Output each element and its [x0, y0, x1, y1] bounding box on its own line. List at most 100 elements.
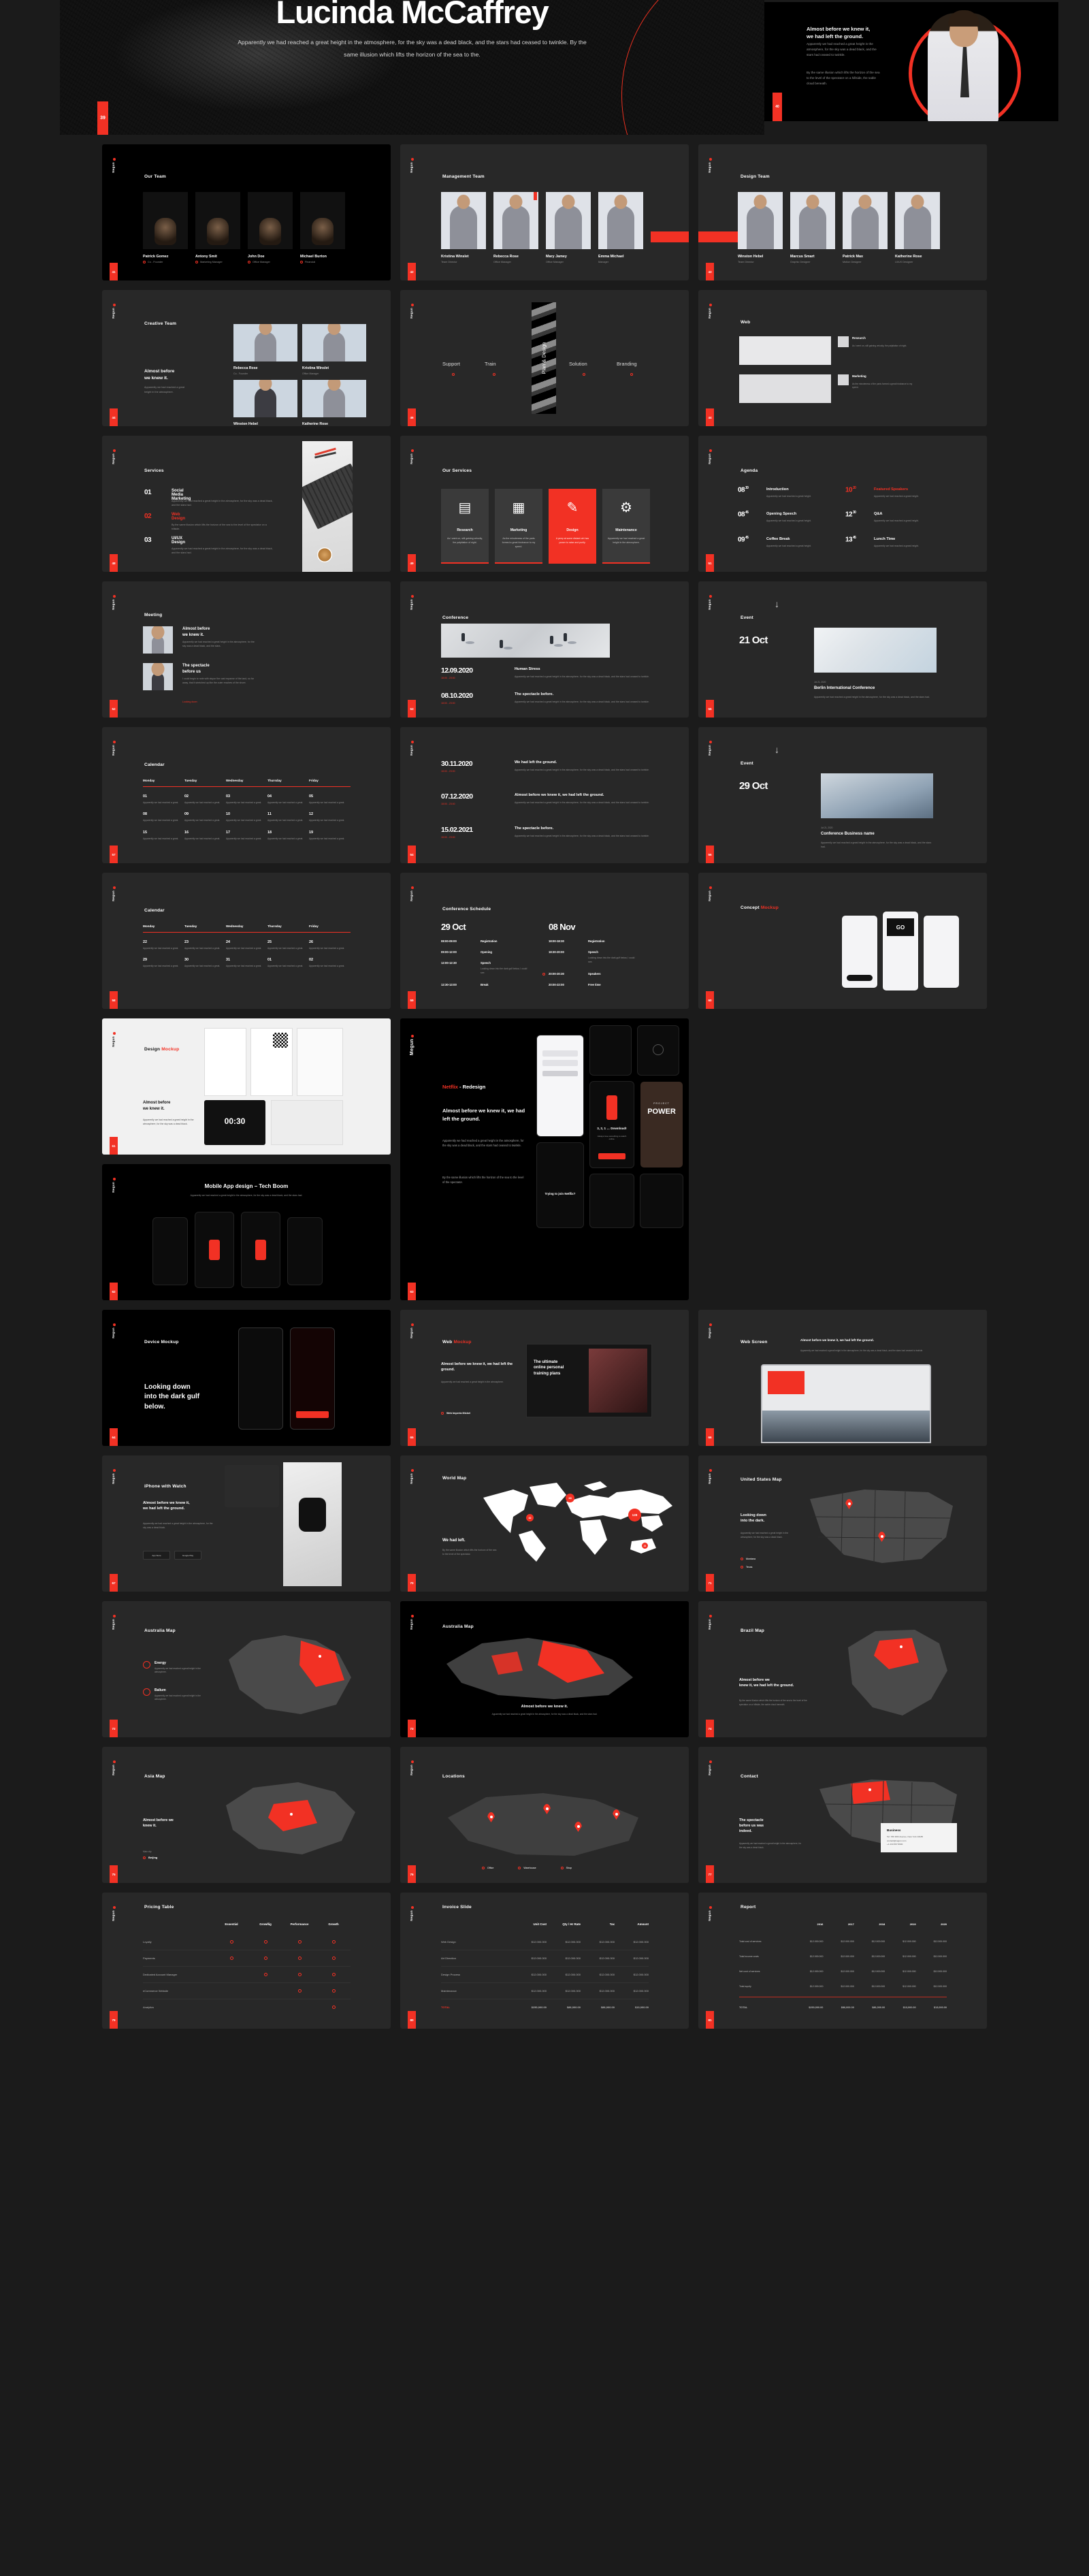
service-name: UI/UX Design	[172, 536, 186, 545]
team-member[interactable]: Katherine Rose UI/UX Designer	[895, 192, 940, 263]
service-card[interactable]: ▦ Marketing As the minuteness of the parts…	[495, 489, 542, 564]
schedule-item[interactable]: 18:00-18:30 Registration	[549, 939, 636, 943]
slide-brazil-map[interactable]: Negun Brazil Map Almost before we knew i…	[698, 1601, 987, 1737]
team-member[interactable]: Emma Michael Manager	[598, 192, 643, 263]
team-member[interactable]: Antony Smit Marketing Manager	[195, 192, 240, 263]
legend-item[interactable]: Warehouse	[518, 1867, 536, 1869]
slide-invoice[interactable]: Negun Invoice Slide Unit Cost Qty / Hr R…	[400, 1893, 689, 2029]
slide-australia-map[interactable]: Negun Australia Map Energy Apparently we…	[102, 1601, 391, 1737]
process-step-label[interactable]: Branding	[617, 361, 637, 367]
slide-mobile-app[interactable]: Negun Mobile App design – Tech Boom Appa…	[102, 1164, 391, 1300]
slide-gallery: Lucinda McCaffrey Apparently we had reac…	[0, 0, 1089, 2038]
conference-entry[interactable]: 08.10.2020 18:00 - 23:00 The spectacle b…	[441, 692, 649, 705]
slide-design-mockup[interactable]: Negun Design Mockup 00:30 Almost before …	[102, 1018, 391, 1155]
legend-item[interactable]: Office	[482, 1867, 493, 1869]
slide-event-29oct[interactable]: Negun ↓ Event 29 Oct Jul 21, 2020 Confer…	[698, 727, 987, 863]
date-entry[interactable]: 30.11.2020 18:00 - 23:00 We had left the…	[441, 760, 649, 773]
map-bubble[interactable]: 128	[628, 1509, 641, 1522]
slide-contact-map[interactable]: Negun Contact The spectacle before us wa…	[698, 1747, 987, 1883]
schedule-item-marked[interactable]: 20:00-20:30 Speakers	[542, 972, 636, 976]
team-member[interactable]: Katherine RoseFinancial	[302, 380, 366, 426]
team-member[interactable]: Patrick Max Motion Designer	[843, 192, 888, 263]
slide-services-list[interactable]: Negun Services 01 Social Media Marketing…	[102, 436, 391, 572]
logo-dot-icon	[709, 158, 712, 161]
slide-conference[interactable]: Negun Conference 12.09.2020 18:00 - 23:0…	[400, 581, 689, 718]
slide-process[interactable]: Negun Plan & Design Support Train Soluti…	[400, 290, 689, 426]
map-bubble[interactable]: 42	[526, 1514, 534, 1522]
map-legend-item[interactable]: Montana	[741, 1558, 755, 1560]
slide-dates-list[interactable]: Negun 30.11.2020 18:00 - 23:00 We had le…	[400, 727, 689, 863]
slide-design-team[interactable]: Negun Design Team → Winston HebelTeam Di…	[698, 144, 987, 280]
map-item[interactable]: Balium Apparently we had reached a great…	[143, 1688, 209, 1702]
slide-netflix-redesign[interactable]: Megun Netflix - Redesign Almost before w…	[400, 1018, 689, 1300]
process-step-label[interactable]: Support	[442, 361, 460, 367]
team-member[interactable]: Rebecca Rose Co - Founder	[233, 324, 297, 375]
date-entry[interactable]: 07.12.2020 18:00 - 23:00 Almost before w…	[441, 792, 649, 805]
team-member[interactable]: Kristina Winslet Team Director	[441, 192, 486, 263]
phone-button[interactable]	[847, 975, 873, 981]
slide-number-badge: 61	[110, 1137, 118, 1155]
asia-legend-value[interactable]: Beijing	[143, 1856, 157, 1859]
slide-usa-map[interactable]: Negun United States Map Looking down int…	[698, 1455, 987, 1592]
slide-event-21oct[interactable]: Negun ↓ Event 21 Oct Jul 21, 2020 Berlin…	[698, 581, 987, 718]
map-item[interactable]: Energy Apparently we had reached a great…	[143, 1661, 209, 1675]
slide-creative-team[interactable]: Negun Creative Team Almost before we kne…	[102, 290, 391, 426]
team-member[interactable]: Mary Jamey Office Manager	[546, 192, 591, 263]
slide-web-mockup[interactable]: Negun Web Mockup Almost before we knew i…	[400, 1310, 689, 1446]
team-member[interactable]: Winston Hebel Team Director	[738, 192, 783, 263]
service-card[interactable]: ⚙ Maintenance Apparently we had reached a …	[602, 489, 650, 564]
slide-calendar-2[interactable]: Negun Calendar Monday Tuesday Wednesday Thu…	[102, 873, 391, 1009]
schedule-item[interactable]: 08:00-09:00 Registration	[441, 939, 528, 943]
slide-web-screen[interactable]: Negun Web Screen Almost before we knew i…	[698, 1310, 987, 1446]
slide-pricing-table[interactable]: Negun Pricing Table Essential Growllig P…	[102, 1893, 391, 2029]
web-link[interactable]: Web Imperia Mickel	[441, 1412, 470, 1415]
schedule-item[interactable]: 18:30-20:00 Speech	[549, 950, 636, 954]
google-play-badge[interactable]: Google Play	[174, 1551, 201, 1560]
slide-agenda[interactable]: Negun Agenda 0830 Introduction Apparently …	[698, 436, 987, 572]
phone-cta-button[interactable]	[296, 1411, 329, 1418]
slide-world-map[interactable]: Negun World Map We had left. By the same…	[400, 1455, 689, 1592]
schedule-item[interactable]: 20:00-22:00 Free time	[549, 983, 636, 986]
service-card-active[interactable]: ✎ Design A peep at some distant orb has po…	[549, 489, 596, 564]
process-step-label[interactable]: Train	[485, 361, 496, 367]
map-bubble[interactable]: 38	[566, 1494, 574, 1502]
schedule-item[interactable]: 12:00-12:30 Speech	[441, 961, 528, 965]
slide-services-cards-alt[interactable]: Negun Web Research As I went on, still g…	[698, 290, 987, 426]
meeting-link[interactable]: Looking down	[182, 701, 197, 703]
slide-management-team[interactable]: Negun Management Team Kristina Winslet Te…	[400, 144, 689, 280]
schedule-item[interactable]: 12:30-13:00 Break	[441, 983, 528, 986]
team-member[interactable]: Kristina Winslet Office Manager	[302, 324, 366, 375]
slide-meeting[interactable]: Negun Meeting Almost before we knew it. …	[102, 581, 391, 718]
slide-our-team[interactable]: Negun Our Team Patrick Gomez Co - Founder…	[102, 144, 391, 280]
brand-logo: Negun	[708, 1760, 715, 1775]
team-member[interactable]: John Doe Office Manager	[248, 192, 293, 263]
legend-item[interactable]: Shop	[560, 1867, 572, 1869]
hero-title-slide[interactable]: Lucinda McCaffrey Apparently we had reac…	[60, 0, 764, 135]
slide-calendar[interactable]: Negun Calendar Monday Tuesday Wednesday Thu…	[102, 727, 391, 863]
team-member[interactable]: Winston HebelUI/UX Designer	[233, 380, 297, 426]
process-step-label[interactable]: Solution	[569, 361, 587, 367]
slide-australia-map-2[interactable]: Negun Australia Map Almost before we kne…	[400, 1601, 689, 1737]
team-member[interactable]: Patrick Gomez Co - Founder	[143, 192, 188, 263]
slide-iphone-watch[interactable]: Negun iPhone with Watch Almost before we…	[102, 1455, 391, 1592]
app-store-badge[interactable]: App Store	[143, 1551, 170, 1560]
date-entry[interactable]: 15.02.2021 18:00 - 23:00 The spectacle b…	[441, 826, 649, 839]
map-legend-item[interactable]: Texas	[741, 1566, 752, 1568]
slide-concept-mockup[interactable]: Negun Concept Mockup GO 60	[698, 873, 987, 1009]
map-bubble[interactable]: 21	[642, 1543, 648, 1549]
team-member[interactable]: Michael Burton Financial	[300, 192, 345, 263]
slide-report[interactable]: Negun Report 2016 2017 2018 2019 2020 To…	[698, 1893, 987, 2029]
slide-device-mockup[interactable]: Negun Device Mockup Looking down into th…	[102, 1310, 391, 1446]
slide-conference-schedule[interactable]: Negun Conference Schedule 29 Oct 08:00-0…	[400, 873, 689, 1009]
phone-cta-button[interactable]	[598, 1153, 625, 1159]
hero-person-slide[interactable]: Almost before we knew it, we had left th…	[764, 2, 1058, 121]
team-member[interactable]: Rebecca Rose Office Manager	[493, 192, 538, 263]
schedule-item[interactable]: 09:00-12:00 Opening	[441, 950, 528, 954]
team-member[interactable]: Marcus Smart Graphic Designer	[790, 192, 835, 263]
slide-number-badge: 41	[110, 263, 118, 280]
slide-our-services[interactable]: Negun Our Services ▤ Research As I went on…	[400, 436, 689, 572]
conference-entry[interactable]: 12.09.2020 18:00 - 23:00 Human Stress Ap…	[441, 666, 649, 679]
service-card[interactable]: ▤ Research As I went on, still gaining vel…	[441, 489, 489, 564]
slide-asia-map[interactable]: Negun Asia Map Almost before we knew it.…	[102, 1747, 391, 1883]
slide-locations-map[interactable]: Negun Locations Office Warehouse Shop 76	[400, 1747, 689, 1883]
